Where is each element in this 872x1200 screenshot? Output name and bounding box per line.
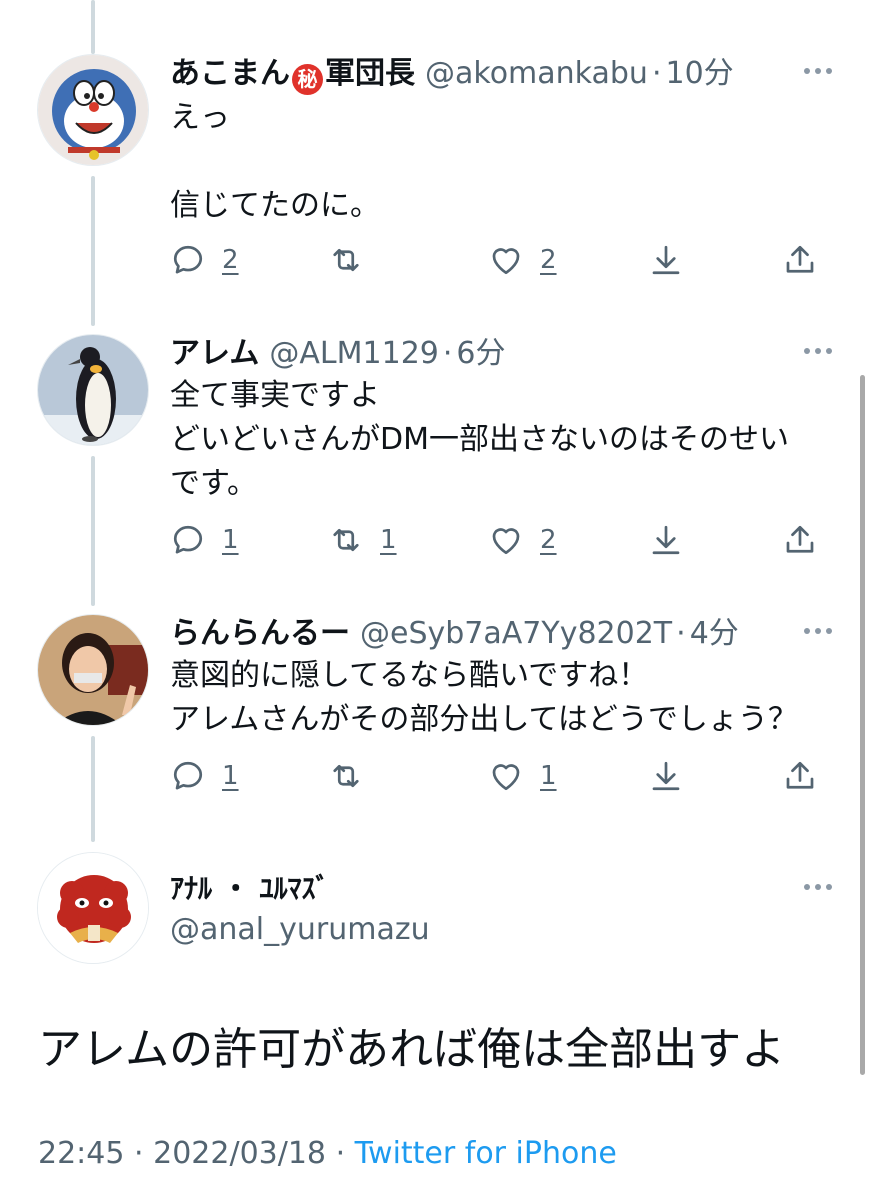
separator: · xyxy=(335,1136,346,1171)
avatar[interactable] xyxy=(37,614,149,726)
download-icon xyxy=(652,761,680,791)
retweet-icon xyxy=(333,528,359,552)
like-icon xyxy=(492,528,520,555)
reply-tweet[interactable]: あこまん秘軍団長 @akomankabu · 10分 えっ 信じてたのに。 2 … xyxy=(0,54,872,294)
retweet-icon xyxy=(333,248,359,272)
person-avatar-image xyxy=(38,615,148,725)
tweet-actions: 2 2 xyxy=(170,240,830,280)
tweet-text: 意図的に隠してるなら酷いですね！ アレムさんがその部分出してはどうでしょう？ xyxy=(170,654,798,742)
reply-button[interactable]: 2 xyxy=(170,240,239,280)
more-icon[interactable] xyxy=(804,628,832,634)
cartoon-cat-avatar-image xyxy=(38,55,148,165)
reply-icon xyxy=(173,761,203,790)
handle[interactable]: @ALM1129 xyxy=(269,334,438,374)
timestamp[interactable]: 4分 xyxy=(690,614,739,654)
like-count: 1 xyxy=(540,761,557,791)
tweet-text-line xyxy=(170,140,380,184)
share-icon xyxy=(786,525,814,553)
tweet-text-line: です。 xyxy=(170,466,257,501)
share-button[interactable] xyxy=(782,756,818,796)
share-button[interactable] xyxy=(782,520,818,560)
like-button[interactable]: 2 xyxy=(488,240,557,280)
retweet-button[interactable]: 1 xyxy=(328,520,397,560)
retweet-count: 1 xyxy=(380,525,397,555)
penguin-avatar-image xyxy=(38,335,148,445)
like-icon xyxy=(492,764,520,791)
display-name[interactable]: らんらんるー xyxy=(170,614,350,654)
display-name[interactable]: アレム xyxy=(170,334,259,374)
timestamp[interactable]: 10分 xyxy=(666,54,734,94)
avatar[interactable] xyxy=(37,852,149,964)
avatar[interactable] xyxy=(37,54,149,166)
handle[interactable]: @anal_yurumazu xyxy=(170,910,430,950)
separator: · xyxy=(442,336,453,371)
reply-icon xyxy=(173,525,203,554)
handle[interactable]: @akomankabu xyxy=(425,54,648,94)
like-button[interactable]: 1 xyxy=(488,756,557,796)
retweet-button[interactable] xyxy=(328,756,380,796)
handle[interactable]: @eSyb7aA7Yy8202T xyxy=(360,614,672,654)
tweet-text-line: どいどいさんがDM一部出さないのはそのせい xyxy=(170,422,789,457)
tweet-time[interactable]: 22:45 xyxy=(38,1136,124,1171)
tweet-header: アレム @ALM1129 · 6分 xyxy=(170,334,506,374)
reply-count: 1 xyxy=(222,525,239,555)
tweet-header: らんらんるー @eSyb7aA7Yy8202T · 4分 xyxy=(170,614,739,654)
more-icon[interactable] xyxy=(804,68,832,74)
tweet-actions: 1 1 2 xyxy=(170,520,830,560)
reply-tweet[interactable]: アレム @ALM1129 · 6分 全て事実ですよ どいどいさんがDM一部出さな… xyxy=(0,334,872,574)
download-button[interactable] xyxy=(648,240,684,280)
download-icon xyxy=(652,525,680,555)
reply-button[interactable]: 1 xyxy=(170,520,239,560)
share-button[interactable] xyxy=(782,240,818,280)
tweet-text-line: 意図的に隠してるなら酷いですね！ xyxy=(170,658,649,693)
reply-button[interactable]: 1 xyxy=(170,756,239,796)
download-button[interactable] xyxy=(648,756,684,796)
like-icon xyxy=(492,248,520,275)
tweet-text-line: アレムさんがその部分出してはどうでしょう？ xyxy=(170,702,798,737)
retweet-icon xyxy=(333,764,359,788)
tweet-text-line: えっ xyxy=(170,100,230,135)
separator: · xyxy=(676,616,686,651)
reply-tweet[interactable]: らんらんるー @eSyb7aA7Yy8202T · 4分 意図的に隠してるなら酷… xyxy=(0,614,872,814)
tweet-header: あこまん秘軍団長 @akomankabu · 10分 xyxy=(170,54,734,95)
tweet-text: 全て事実ですよ どいどいさんがDM一部出さないのはそのせい です。 xyxy=(170,374,789,506)
separator: · xyxy=(134,1136,144,1171)
share-icon xyxy=(786,245,814,273)
retweet-button[interactable] xyxy=(328,240,380,280)
tweet-actions: 1 1 xyxy=(170,756,830,796)
tweet-text-line: 全て事実ですよ xyxy=(170,378,380,413)
secret-badge: 秘 xyxy=(292,64,323,95)
download-icon xyxy=(652,245,680,275)
scrollbar[interactable] xyxy=(860,375,865,1075)
download-button[interactable] xyxy=(648,520,684,560)
tweet-meta: 22:45 · 2022/03/18 · Twitter for iPhone xyxy=(38,1134,617,1174)
display-name[interactable]: ｱﾅﾙ ・ ﾕﾙﾏｽﾞ xyxy=(170,870,330,908)
more-icon[interactable] xyxy=(804,348,832,354)
source-link[interactable]: Twitter for iPhone xyxy=(355,1136,617,1171)
like-button[interactable]: 2 xyxy=(488,520,557,560)
separator: · xyxy=(651,56,662,91)
display-name[interactable]: あこまん秘軍団長 xyxy=(170,54,415,95)
thread-line xyxy=(91,0,95,54)
reply-count: 2 xyxy=(222,245,239,275)
tweet-text: えっ 信じてたのに。 xyxy=(170,96,380,228)
more-icon[interactable] xyxy=(804,884,832,890)
share-icon xyxy=(786,761,814,789)
reply-icon xyxy=(173,245,203,274)
like-count: 2 xyxy=(540,525,557,555)
timestamp[interactable]: 6分 xyxy=(456,334,505,374)
main-tweet-text: アレムの許可があれば俺は全部出すよ xyxy=(38,1024,786,1075)
red-mask-avatar-image xyxy=(38,853,148,963)
avatar[interactable] xyxy=(37,334,149,446)
tweet-date[interactable]: 2022/03/18 xyxy=(153,1136,326,1171)
reply-count: 1 xyxy=(222,761,239,791)
like-count: 2 xyxy=(540,245,557,275)
tweet-text-line: 信じてたのに。 xyxy=(170,188,380,223)
